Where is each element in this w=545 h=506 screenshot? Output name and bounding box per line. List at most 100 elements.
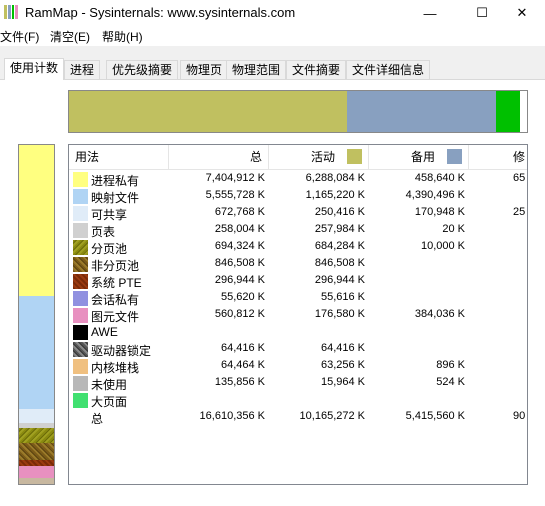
col-total[interactable]: 总 bbox=[169, 145, 269, 169]
row-label: 大页面 bbox=[91, 395, 128, 409]
col-active-label: 活动 bbox=[311, 150, 336, 164]
col-standby[interactable]: 备用 bbox=[369, 145, 469, 169]
row-label: 会话私有 bbox=[91, 293, 140, 307]
row-standby: 20 K bbox=[442, 223, 465, 235]
standby-color-swatch bbox=[447, 149, 462, 164]
usage-list[interactable]: 用法 总 活动 备用 修 进程私有 7,404,912 K 6,288,084 K 4… bbox=[68, 144, 528, 485]
row-modified: 25 bbox=[513, 206, 526, 218]
row-standby: 10,000 K bbox=[420, 240, 465, 252]
row-total: 55,620 K bbox=[220, 291, 265, 303]
rammap-app-icon bbox=[4, 5, 18, 19]
col-modified[interactable]: 修 bbox=[469, 145, 527, 169]
row-active: 1,165,220 K bbox=[305, 189, 365, 201]
table-row[interactable]: 进程私有 7,404,912 K 6,288,084 K 458,640 K 65 bbox=[69, 171, 527, 188]
row-label: 非分页池 bbox=[91, 259, 140, 273]
row-active: 63,256 K bbox=[320, 359, 365, 371]
hbar-segment-standby bbox=[347, 91, 497, 132]
table-row[interactable]: 会话私有 55,620 K 55,616 K bbox=[69, 290, 527, 307]
row-active: 296,944 K bbox=[314, 274, 365, 286]
row-color-swatch bbox=[73, 393, 88, 408]
col-usage[interactable]: 用法 bbox=[69, 145, 169, 169]
row-color-swatch bbox=[73, 189, 88, 204]
row-active: 684,284 K bbox=[314, 240, 365, 252]
row-active: 176,580 K bbox=[314, 308, 365, 320]
minimize-button[interactable]: — bbox=[407, 0, 453, 26]
vbar-segment-paged-pool bbox=[19, 428, 54, 443]
row-label: 页表 bbox=[91, 225, 116, 239]
tab-file-summary[interactable]: 文件摘要 bbox=[286, 60, 347, 79]
table-row[interactable]: 系统 PTE 296,944 K 296,944 K bbox=[69, 273, 527, 290]
row-color-swatch bbox=[73, 376, 88, 391]
row-active: 250,416 K bbox=[314, 206, 365, 218]
row-color-swatch bbox=[73, 342, 88, 357]
table-row[interactable]: 未使用 135,856 K 15,964 K 524 K bbox=[69, 375, 527, 392]
row-label: AWE bbox=[91, 325, 118, 339]
row-standby: 524 K bbox=[436, 376, 465, 388]
row-color-swatch bbox=[73, 206, 88, 221]
table-row[interactable]: 图元文件 560,812 K 176,580 K 384,036 K bbox=[69, 307, 527, 324]
tab-physical-pages[interactable]: 物理页 bbox=[180, 60, 229, 79]
row-total: 5,555,728 K bbox=[205, 189, 265, 201]
table-row[interactable]: 可共享 672,768 K 250,416 K 170,948 K 25 bbox=[69, 205, 527, 222]
row-label: 内核堆栈 bbox=[91, 361, 140, 375]
vbar-segment-rest bbox=[19, 477, 54, 484]
row-standby: 458,640 K bbox=[414, 172, 465, 184]
row-standby: 170,948 K bbox=[414, 206, 465, 218]
vbar-segment-nonpaged-pool bbox=[19, 442, 54, 460]
table-row[interactable]: 大页面 bbox=[69, 392, 527, 409]
vbar-segment-image-file bbox=[19, 465, 54, 478]
row-total: 64,416 K bbox=[220, 342, 265, 354]
row-active: 846,508 K bbox=[314, 257, 365, 269]
menu-empty[interactable]: 清空(E) bbox=[50, 28, 90, 45]
menu-file[interactable]: 文件(F) bbox=[0, 28, 39, 45]
row-modified: 90 bbox=[513, 410, 526, 422]
menu-help[interactable]: 帮助(H) bbox=[102, 28, 143, 45]
row-standby: 896 K bbox=[436, 359, 465, 371]
row-label: 驱动器锁定 bbox=[91, 344, 152, 358]
row-total: 846,508 K bbox=[214, 257, 265, 269]
tab-physical-ranges[interactable]: 物理范围 bbox=[226, 60, 287, 79]
vbar-segment-mapped-file bbox=[19, 296, 54, 410]
hbar-segment-active bbox=[69, 91, 348, 132]
row-standby: 384,036 K bbox=[414, 308, 465, 320]
row-total: 16,610,356 K bbox=[199, 410, 265, 422]
close-button[interactable]: ✕ bbox=[499, 0, 545, 26]
table-row[interactable]: 映射文件 5,555,728 K 1,165,220 K 4,390,496 K bbox=[69, 188, 527, 205]
window-title: RamMap - Sysinternals: www.sysinternals.… bbox=[25, 5, 296, 20]
row-color-swatch bbox=[73, 325, 88, 340]
row-total: 258,004 K bbox=[214, 223, 265, 235]
row-label: 可共享 bbox=[91, 208, 128, 222]
row-total: 135,856 K bbox=[214, 376, 265, 388]
row-label: 未使用 bbox=[91, 378, 128, 392]
row-color-swatch bbox=[73, 291, 88, 306]
row-label: 总 bbox=[91, 412, 104, 426]
table-row[interactable]: 内核堆栈 64,464 K 63,256 K 896 K bbox=[69, 358, 527, 375]
table-row[interactable]: 非分页池 846,508 K 846,508 K bbox=[69, 256, 527, 273]
row-total: 672,768 K bbox=[214, 206, 265, 218]
row-active: 6,288,084 K bbox=[305, 172, 365, 184]
tab-processes[interactable]: 进程 bbox=[64, 60, 101, 79]
tab-use-counts[interactable]: 使用计数 bbox=[4, 58, 65, 80]
tab-file-details[interactable]: 文件详细信息 bbox=[346, 60, 431, 79]
tab-priority-summary[interactable]: 优先级摘要 bbox=[106, 60, 179, 79]
row-active: 55,616 K bbox=[320, 291, 365, 303]
row-active: 64,416 K bbox=[320, 342, 365, 354]
row-color-swatch bbox=[73, 257, 88, 272]
row-modified: 65 bbox=[513, 172, 526, 184]
table-row[interactable]: 总 16,610,356 K 10,165,272 K 5,415,560 K 90 bbox=[69, 409, 527, 426]
table-row[interactable]: 驱动器锁定 64,416 K 64,416 K bbox=[69, 341, 527, 358]
row-color-swatch bbox=[73, 274, 88, 289]
row-active: 10,165,272 K bbox=[299, 410, 365, 422]
hbar-segment-free bbox=[520, 91, 527, 132]
row-total: 694,324 K bbox=[214, 240, 265, 252]
table-row[interactable]: AWE bbox=[69, 324, 527, 341]
list-header: 用法 总 活动 备用 修 bbox=[69, 145, 527, 170]
table-row[interactable]: 分页池 694,324 K 684,284 K 10,000 K bbox=[69, 239, 527, 256]
row-label: 图元文件 bbox=[91, 310, 140, 324]
row-total: 560,812 K bbox=[214, 308, 265, 320]
row-color-swatch bbox=[73, 223, 88, 238]
row-standby: 4,390,496 K bbox=[405, 189, 465, 201]
table-row[interactable]: 页表 258,004 K 257,984 K 20 K bbox=[69, 222, 527, 239]
row-standby: 5,415,560 K bbox=[405, 410, 465, 422]
col-active[interactable]: 活动 bbox=[269, 145, 369, 169]
